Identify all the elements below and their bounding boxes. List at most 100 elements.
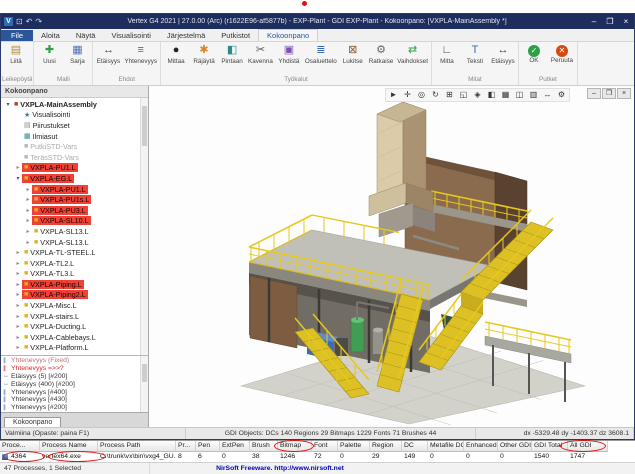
ribbon-button[interactable]: ≣Osaluettelo xyxy=(303,43,339,76)
ribbon-button[interactable]: ◧Pintaan xyxy=(218,43,246,76)
expand-arrow-icon[interactable]: ▸ xyxy=(14,302,22,309)
wireframe-icon[interactable]: ▦ xyxy=(499,89,512,101)
ribbon-button[interactable]: ≡Yhtenevyys xyxy=(122,43,159,76)
fit-icon[interactable]: ⊞ xyxy=(443,89,456,101)
ribbon-button[interactable]: ↔Etäisyys xyxy=(94,43,122,76)
tree-item[interactable]: ▾ ■VXPLA-MainAssembly xyxy=(1,99,139,110)
ribbon-tab[interactable]: Aloita xyxy=(33,30,68,41)
tree-item[interactable]: ▸ ■VXPLA-TL-STEEL.L xyxy=(1,247,139,258)
constraint-item[interactable]: ∥ Yhtenevyys =>>? xyxy=(3,365,139,373)
ribbon-button[interactable]: ▤Liitä xyxy=(2,43,30,76)
column-header[interactable]: Other GDI xyxy=(498,441,532,452)
tree-item[interactable]: ▸ ■VXPLA-TL2.L xyxy=(1,258,139,269)
shade-icon[interactable]: ◧ xyxy=(485,89,498,101)
constraint-item[interactable]: ↔ Etäisyys (5) [#200] xyxy=(3,373,139,381)
tree-item[interactable]: ▸ ■VXPLA-PU1.L xyxy=(1,163,139,174)
expand-arrow-icon[interactable]: ▸ xyxy=(14,249,22,256)
expand-arrow-icon[interactable]: ▸ xyxy=(14,260,22,267)
ribbon-button[interactable]: ✚Uusi xyxy=(35,43,63,76)
expand-arrow-icon[interactable]: ▸ xyxy=(14,334,22,341)
ribbon-tab[interactable]: File xyxy=(1,30,33,41)
front-view-icon[interactable]: ◱ xyxy=(457,89,470,101)
ribbon-tab[interactable]: Visualisointi xyxy=(103,30,158,41)
tree-item[interactable]: ■PutkiSTD-Vars xyxy=(1,141,139,152)
tree-item[interactable]: ■TeräsSTD-Vars xyxy=(1,152,139,163)
tree-item[interactable]: ▸ ■VXPLA-SL13.L xyxy=(1,226,139,237)
column-header[interactable]: Proce... xyxy=(0,441,40,452)
settings-icon[interactable]: ⚙ xyxy=(555,89,568,101)
tree-item[interactable]: ▸ ■VXPLA-Platform.L xyxy=(1,343,139,354)
expand-arrow-icon[interactable]: ▸ xyxy=(14,323,22,330)
column-header[interactable]: Bitmap xyxy=(278,441,312,452)
panel-tab-kokoonpano[interactable]: Kokoonpano xyxy=(4,417,61,427)
ribbon-button[interactable]: ⊠Lukitse xyxy=(339,43,367,76)
tree-item[interactable]: ▾ ■VXPLA-EG.L xyxy=(1,173,139,184)
tree-item[interactable]: ▤Piirustukset xyxy=(1,120,139,131)
constraint-item[interactable]: ∥ Yhtenevyys [#430] xyxy=(3,396,139,404)
ribbon-button[interactable]: ●Mittaa xyxy=(162,43,190,76)
tree-item[interactable]: ▸ ■VXPLA-TL3.L xyxy=(1,269,139,280)
column-header[interactable]: Pr... xyxy=(176,441,196,452)
ribbon-button[interactable]: ↔Etäisyys xyxy=(489,43,517,76)
column-header[interactable]: ExtPen xyxy=(220,441,250,452)
restore-icon[interactable]: ❐ xyxy=(602,15,618,29)
column-header[interactable]: Process Path xyxy=(98,441,176,452)
column-header[interactable]: Pen xyxy=(196,441,220,452)
save-icon[interactable]: ⊡ xyxy=(16,15,23,28)
viewport[interactable]: ►✛◎↻⊞◱◈◧▦◫▥↔⚙ –❐× xyxy=(149,86,634,427)
expand-arrow-icon[interactable]: ▸ xyxy=(14,270,22,277)
measure-tool-icon[interactable]: ↔ xyxy=(541,89,554,101)
tree-item[interactable]: ▸ ■VXPLA-Misc.L xyxy=(1,300,139,311)
redo-icon[interactable]: ↷ xyxy=(35,15,42,28)
expand-arrow-icon[interactable]: ▸ xyxy=(24,217,32,224)
tree-item[interactable]: ▸ ■VXPLA-Piping.L xyxy=(1,279,139,290)
tree-item[interactable]: ▸ ■VXPLA-SL10.L xyxy=(1,216,139,227)
column-header[interactable]: Process Name xyxy=(40,441,98,452)
expand-arrow-icon[interactable]: ▸ xyxy=(14,164,22,171)
ribbon-button[interactable]: ✂Kavenna xyxy=(246,43,275,76)
ribbon-tab[interactable]: Putkistot xyxy=(213,30,258,41)
column-header[interactable]: GDI Total xyxy=(532,441,568,452)
constraint-item[interactable]: ∥ Yhtenevyys [#200] xyxy=(3,404,139,412)
column-header[interactable]: Enhanced ... xyxy=(464,441,498,452)
tree-item[interactable]: ▸ ■VXPLA-PU3.L xyxy=(1,205,139,216)
tree-item[interactable]: ▸ ■VXPLA-PU1.L xyxy=(1,184,139,195)
column-header[interactable]: Brush xyxy=(250,441,278,452)
expand-arrow-icon[interactable]: ▸ xyxy=(24,186,32,193)
expand-arrow-icon[interactable]: ▸ xyxy=(14,291,22,298)
expand-arrow-icon[interactable]: ▾ xyxy=(14,175,22,182)
ribbon-button[interactable]: ⇄Vaihdokset xyxy=(395,43,430,76)
tree-scrollbar[interactable] xyxy=(140,98,148,355)
zoom-icon[interactable]: ◎ xyxy=(415,89,428,101)
tree-item[interactable]: ▸ ■VXPLA-stairs.L xyxy=(1,311,139,322)
gdiview-process-row[interactable]: 4364vertex64.exeC:\trunk\vx\bin\vxg4_GU.… xyxy=(0,452,635,462)
expand-arrow-icon[interactable]: ▸ xyxy=(14,344,22,351)
rotate-icon[interactable]: ↻ xyxy=(429,89,442,101)
ribbon-button[interactable]: TTeksti xyxy=(461,43,489,76)
column-header[interactable]: Region xyxy=(370,441,402,452)
expand-arrow-icon[interactable]: ▸ xyxy=(14,313,22,320)
tree-item[interactable]: ▸ ■VXPLA-PU1s.L xyxy=(1,194,139,205)
ribbon-button[interactable]: ✱Räjäytä xyxy=(190,43,218,76)
expand-arrow-icon[interactable]: ▸ xyxy=(24,239,32,246)
constraint-item[interactable]: ∥ Yhtenevyys [#400] xyxy=(3,388,139,396)
viewport-canvas[interactable] xyxy=(149,86,634,427)
tree-item[interactable]: ▦Ilmiasut xyxy=(1,131,139,142)
tree-item[interactable]: ▸ ■VXPLA-SL13.L xyxy=(1,237,139,248)
nirsoft-link[interactable]: NirSoft Freeware. http://www.nirsoft.net xyxy=(150,463,410,474)
pan-icon[interactable]: ✛ xyxy=(401,89,414,101)
ribbon-tab[interactable]: Näytä xyxy=(68,30,104,41)
select-arrow-icon[interactable]: ► xyxy=(387,89,400,101)
ribbon-tab[interactable]: Kokoonpano xyxy=(258,29,318,41)
expand-arrow-icon[interactable]: ▸ xyxy=(14,281,22,288)
minimize-icon[interactable]: – xyxy=(586,15,602,29)
ribbon-button[interactable]: ∟Mitta xyxy=(433,43,461,76)
undo-icon[interactable]: ↶ xyxy=(26,15,33,28)
ribbon-button[interactable]: ⚙Ratkaise xyxy=(367,43,396,76)
column-header[interactable]: DC xyxy=(402,441,428,452)
tree-item[interactable]: ▸ ■VXPLA-Piping2.L xyxy=(1,290,139,301)
expand-arrow-icon[interactable]: ▸ xyxy=(24,228,32,235)
tree-item[interactable]: ▸ ■VXPLA-Cablebays.L xyxy=(1,332,139,343)
ribbon-button[interactable]: ▣Yhdistä xyxy=(275,43,303,76)
constraint-scrollbar[interactable] xyxy=(140,356,148,412)
